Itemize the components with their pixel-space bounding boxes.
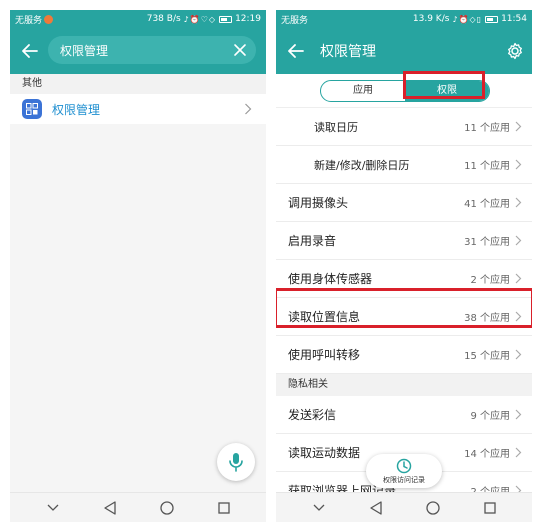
highlight-box-location bbox=[276, 288, 532, 328]
clock-icon bbox=[396, 458, 412, 473]
app-count: 11 个应用 bbox=[464, 161, 510, 172]
nav-home-icon[interactable] bbox=[423, 498, 443, 518]
search-input[interactable] bbox=[60, 43, 220, 57]
app-count: 11 个应用 bbox=[464, 123, 510, 134]
permission-label: 使用身体传感器 bbox=[288, 272, 373, 286]
back-arrow-icon[interactable] bbox=[276, 28, 316, 74]
back-arrow-icon[interactable] bbox=[10, 28, 50, 74]
app-count: 14 个应用 bbox=[464, 449, 510, 460]
chevron-right-icon bbox=[515, 197, 522, 208]
nav-home-icon[interactable] bbox=[157, 498, 177, 518]
permission-label: 读取日历 bbox=[314, 120, 358, 134]
chevron-right-icon bbox=[515, 409, 522, 420]
chevron-right-icon bbox=[515, 447, 522, 458]
chevron-right-icon bbox=[515, 273, 522, 284]
permission-manager-screen: 无服务 13.9 K/s ♪⏰◇▯ 11:54 权限管理 应用 权限 读取日历 … bbox=[276, 10, 532, 522]
chevron-right-icon bbox=[245, 103, 252, 115]
status-bar: 无服务 738 B/s ♪⏰♡◇ 12:19 bbox=[10, 10, 266, 28]
permission-label: 使用呼叫转移 bbox=[288, 348, 361, 362]
nav-recents-icon[interactable] bbox=[214, 498, 234, 518]
nav-back-icon[interactable] bbox=[366, 498, 386, 518]
nav-down-icon[interactable] bbox=[43, 498, 63, 518]
chevron-right-icon bbox=[515, 349, 522, 360]
tab-apps[interactable]: 应用 bbox=[321, 81, 405, 101]
status-bar: 无服务 13.9 K/s ♪⏰◇▯ 11:54 bbox=[276, 10, 532, 28]
permission-row-edit-calendar[interactable]: 新建/修改/删除日历 11 个应用 bbox=[276, 146, 532, 184]
search-result-item[interactable]: 权限管理 bbox=[10, 94, 266, 124]
chevron-right-icon bbox=[515, 121, 522, 132]
highlight-box-tab bbox=[403, 71, 485, 99]
access-record-label: 权限访问记录 bbox=[383, 475, 425, 484]
chevron-right-icon bbox=[515, 235, 522, 246]
nav-recents-icon[interactable] bbox=[480, 498, 500, 518]
permission-label: 发送彩信 bbox=[288, 408, 337, 422]
network-speed: 13.9 K/s bbox=[412, 14, 450, 24]
search-result-label: 权限管理 bbox=[52, 102, 101, 117]
chevron-right-icon bbox=[515, 159, 522, 170]
permission-manager-icon bbox=[22, 99, 42, 119]
empty-content-area bbox=[10, 124, 266, 492]
network-speed: 738 B/s bbox=[146, 14, 181, 24]
status-icons: ♪⏰◇▯ bbox=[452, 14, 483, 24]
section-header-privacy: 隐私相关 bbox=[276, 374, 532, 396]
navigation-bar bbox=[276, 492, 532, 522]
voice-search-button[interactable] bbox=[217, 443, 255, 481]
page-title: 权限管理 bbox=[320, 44, 376, 60]
app-header: 权限管理 bbox=[276, 28, 532, 74]
microphone-icon bbox=[229, 453, 243, 472]
battery-icon bbox=[485, 15, 499, 23]
carrier-text: 无服务 bbox=[15, 15, 43, 26]
permission-row-microphone[interactable]: 启用录音 31 个应用 bbox=[276, 222, 532, 260]
permission-label: 新建/修改/删除日历 bbox=[314, 158, 410, 172]
section-header: 其他 bbox=[10, 74, 266, 94]
search-screen: 无服务 738 B/s ♪⏰♡◇ 12:19 其他 权限管理 bbox=[10, 10, 266, 522]
carrier-text: 无服务 bbox=[281, 15, 309, 26]
search-bar bbox=[10, 28, 266, 74]
navigation-bar bbox=[10, 492, 266, 522]
battery-icon bbox=[219, 15, 233, 23]
permission-row-mms[interactable]: 发送彩信 9 个应用 bbox=[276, 396, 532, 434]
permission-label: 调用摄像头 bbox=[288, 196, 349, 210]
app-count: 9 个应用 bbox=[470, 411, 510, 422]
permission-label: 启用录音 bbox=[288, 234, 337, 248]
notification-badge-icon bbox=[44, 14, 54, 24]
permission-row-read-calendar[interactable]: 读取日历 11 个应用 bbox=[276, 108, 532, 146]
clock: 11:54 bbox=[501, 14, 527, 24]
app-count: 15 个应用 bbox=[464, 351, 510, 362]
permission-label: 读取运动数据 bbox=[288, 446, 361, 460]
app-count: 31 个应用 bbox=[464, 237, 510, 248]
app-count: 2 个应用 bbox=[470, 275, 510, 286]
search-field[interactable] bbox=[48, 36, 256, 64]
nav-down-icon[interactable] bbox=[309, 498, 329, 518]
permission-row-camera[interactable]: 调用摄像头 41 个应用 bbox=[276, 184, 532, 222]
clear-icon[interactable] bbox=[232, 42, 248, 58]
clock: 12:19 bbox=[235, 14, 261, 24]
access-record-button[interactable]: 权限访问记录 bbox=[366, 454, 442, 488]
permission-row-call-forwarding[interactable]: 使用呼叫转移 15 个应用 bbox=[276, 336, 532, 374]
nav-back-icon[interactable] bbox=[100, 498, 120, 518]
status-icons: ♪⏰♡◇ bbox=[183, 14, 217, 24]
app-count: 41 个应用 bbox=[464, 199, 510, 210]
gear-icon[interactable] bbox=[506, 42, 524, 60]
